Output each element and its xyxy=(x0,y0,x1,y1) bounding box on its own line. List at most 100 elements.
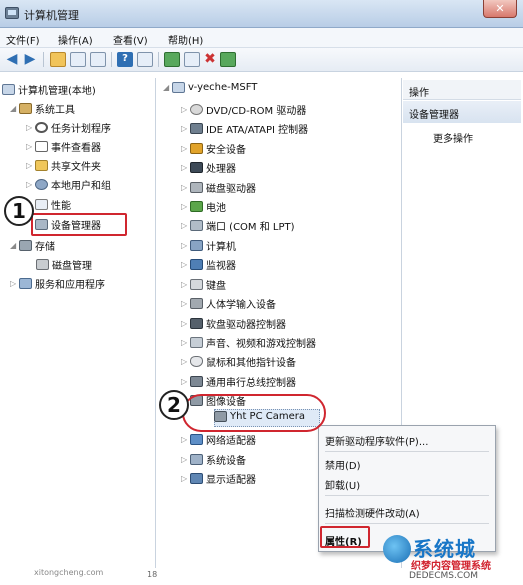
disk-drive-icon xyxy=(190,182,203,193)
uninstall-icon[interactable]: ✖ xyxy=(202,52,218,67)
device-category-battery[interactable]: ▷ 电池 xyxy=(181,199,226,215)
device-category-monitors[interactable]: ▷ 监视器 xyxy=(181,257,236,273)
watermark-subtitle: 织梦内容管理系统 xyxy=(411,561,491,572)
expand-triangle-icon[interactable]: ◢ xyxy=(10,241,19,250)
collapse-triangle-icon[interactable]: ▷ xyxy=(181,338,190,347)
menu-item-disable[interactable]: 禁用(D) xyxy=(319,454,495,472)
computer-icon xyxy=(190,240,203,251)
show-hide-tree-icon[interactable] xyxy=(70,52,86,67)
tree-item-task-scheduler[interactable]: ▷ 任务计划程序 xyxy=(26,120,111,136)
computer-icon xyxy=(172,82,185,93)
collapse-triangle-icon[interactable]: ▷ xyxy=(181,435,190,444)
device-category-network[interactable]: ▷ 网络适配器 xyxy=(181,432,256,448)
collapse-triangle-icon[interactable]: ▷ xyxy=(26,123,35,132)
collapse-triangle-icon[interactable]: ▷ xyxy=(26,161,35,170)
device-category-computer[interactable]: ▷ 计算机 xyxy=(181,238,236,254)
device-category-keyboards[interactable]: ▷ 键盘 xyxy=(181,277,226,293)
collapse-triangle-icon[interactable]: ▷ xyxy=(181,280,190,289)
device-category-ide[interactable]: ▷ IDE ATA/ATAPI 控制器 xyxy=(181,121,308,137)
collapse-triangle-icon[interactable]: ▷ xyxy=(10,279,19,288)
menu-item-uninstall[interactable]: 卸载(U) xyxy=(319,474,495,492)
tree-item-disk-management[interactable]: 磁盘管理 xyxy=(36,257,92,273)
enable-device-icon[interactable] xyxy=(220,52,236,67)
actions-header: 操作 xyxy=(403,80,521,100)
device-category-sound[interactable]: ▷ 声音、视频和游戏控制器 xyxy=(181,335,316,351)
computer-management-icon xyxy=(2,84,15,95)
menu-view[interactable]: 查看(V) xyxy=(113,32,148,47)
collapse-triangle-icon[interactable]: ▷ xyxy=(181,299,190,308)
mouse-icon xyxy=(190,356,203,367)
services-icon xyxy=(19,278,32,289)
collapse-triangle-icon[interactable]: ▷ xyxy=(181,377,190,386)
collapse-triangle-icon[interactable]: ▷ xyxy=(26,142,35,151)
menu-item-update-driver[interactable]: 更新驱动程序软件(P)... xyxy=(319,430,495,448)
highlight-properties xyxy=(320,526,370,548)
tree-item-storage[interactable]: ◢ 存储 xyxy=(10,238,55,254)
up-folder-icon[interactable] xyxy=(50,52,66,67)
scan-hardware-icon[interactable] xyxy=(164,52,180,67)
back-arrow-icon[interactable]: ◀ xyxy=(4,52,20,67)
collapse-triangle-icon[interactable]: ▷ xyxy=(181,183,190,192)
collapse-triangle-icon[interactable]: ▷ xyxy=(181,221,190,230)
device-category-ports[interactable]: ▷ 端口 (COM 和 LPT) xyxy=(181,218,295,234)
collapse-triangle-icon[interactable]: ▷ xyxy=(181,319,190,328)
close-button[interactable]: ✕ xyxy=(483,0,517,18)
system-device-icon xyxy=(190,454,203,465)
more-actions-link[interactable]: 更多操作 xyxy=(433,130,473,145)
collapse-triangle-icon[interactable]: ▷ xyxy=(181,357,190,366)
collapse-triangle-icon[interactable]: ▷ xyxy=(181,163,190,172)
battery-icon xyxy=(190,201,203,212)
highlight-camera xyxy=(182,394,326,432)
expand-triangle-icon[interactable]: ◢ xyxy=(10,104,19,113)
collapse-triangle-icon[interactable]: ▷ xyxy=(181,105,190,114)
device-category-disk-drives[interactable]: ▷ 磁盘驱动器 xyxy=(181,180,256,196)
watermark-under-url: xitongcheng.com xyxy=(34,568,104,577)
forward-arrow-icon[interactable]: ▶ xyxy=(22,52,38,67)
expand-triangle-icon[interactable]: ◢ xyxy=(163,83,172,92)
shared-folder-icon xyxy=(35,160,48,171)
device-category-processor[interactable]: ▷ 处理器 xyxy=(181,160,236,176)
device-category-dvd[interactable]: ▷ DVD/CD-ROM 驱动器 xyxy=(181,102,306,118)
collapse-triangle-icon[interactable]: ▷ xyxy=(181,124,190,133)
device-category-mouse[interactable]: ▷ 鼠标和其他指针设备 xyxy=(181,354,296,370)
keyboard-icon xyxy=(190,279,203,290)
properties-icon[interactable] xyxy=(90,52,106,67)
collapse-triangle-icon[interactable]: ▷ xyxy=(181,260,190,269)
collapse-triangle-icon[interactable]: ▷ xyxy=(181,241,190,250)
toolbar: ◀ ▶ ? ✖ xyxy=(0,48,523,72)
action-pane-icon[interactable] xyxy=(137,52,153,67)
network-adapter-icon xyxy=(190,434,203,445)
tree-item-shared-folders[interactable]: ▷ 共享文件夹 xyxy=(26,158,101,174)
toolbar-separator xyxy=(111,52,112,67)
collapse-triangle-icon[interactable]: ▷ xyxy=(26,180,35,189)
tree-item-computer-management[interactable]: 计算机管理(本地) xyxy=(2,82,96,98)
help-icon[interactable]: ? xyxy=(117,52,133,67)
hid-icon xyxy=(190,298,203,309)
device-category-security[interactable]: ▷ 安全设备 xyxy=(181,141,246,157)
device-category-usb[interactable]: ▷ 通用串行总线控制器 xyxy=(181,374,296,390)
collapse-triangle-icon[interactable]: ▷ xyxy=(181,455,190,464)
collapse-triangle-icon[interactable]: ▷ xyxy=(181,474,190,483)
device-category-hid[interactable]: ▷ 人体学输入设备 xyxy=(181,296,276,312)
disk-icon xyxy=(36,259,49,270)
collapse-triangle-icon[interactable]: ▷ xyxy=(181,202,190,211)
tree-item-local-users[interactable]: ▷ 本地用户和组 xyxy=(26,177,111,193)
device-tree-root[interactable]: ◢ v-yeche-MSFT xyxy=(163,82,257,98)
actions-section-device-manager[interactable]: 设备管理器 xyxy=(403,101,521,123)
tree-item-event-viewer[interactable]: ▷ 事件查看器 xyxy=(26,139,101,155)
tree-item-services-apps[interactable]: ▷ 服务和应用程序 xyxy=(10,276,105,292)
usb-icon xyxy=(190,376,203,387)
device-category-display[interactable]: ▷ 显示适配器 xyxy=(181,471,256,487)
device-category-floppy[interactable]: ▷ 软盘驱动器控制器 xyxy=(181,316,286,332)
display-adapter-icon xyxy=(190,473,203,484)
menu-file[interactable]: 文件(F) xyxy=(6,32,40,47)
menu-item-scan-hardware[interactable]: 扫描检测硬件改动(A) xyxy=(319,502,495,520)
menu-help[interactable]: 帮助(H) xyxy=(168,32,203,47)
collapse-triangle-icon[interactable]: ▷ xyxy=(181,144,190,153)
tree-item-system-tools[interactable]: ◢ 系统工具 xyxy=(10,101,75,117)
menu-separator xyxy=(325,451,489,452)
left-pane-divider[interactable] xyxy=(155,78,156,568)
device-category-system[interactable]: ▷ 系统设备 xyxy=(181,452,246,468)
menu-action[interactable]: 操作(A) xyxy=(58,32,93,47)
update-driver-icon[interactable] xyxy=(184,52,200,67)
